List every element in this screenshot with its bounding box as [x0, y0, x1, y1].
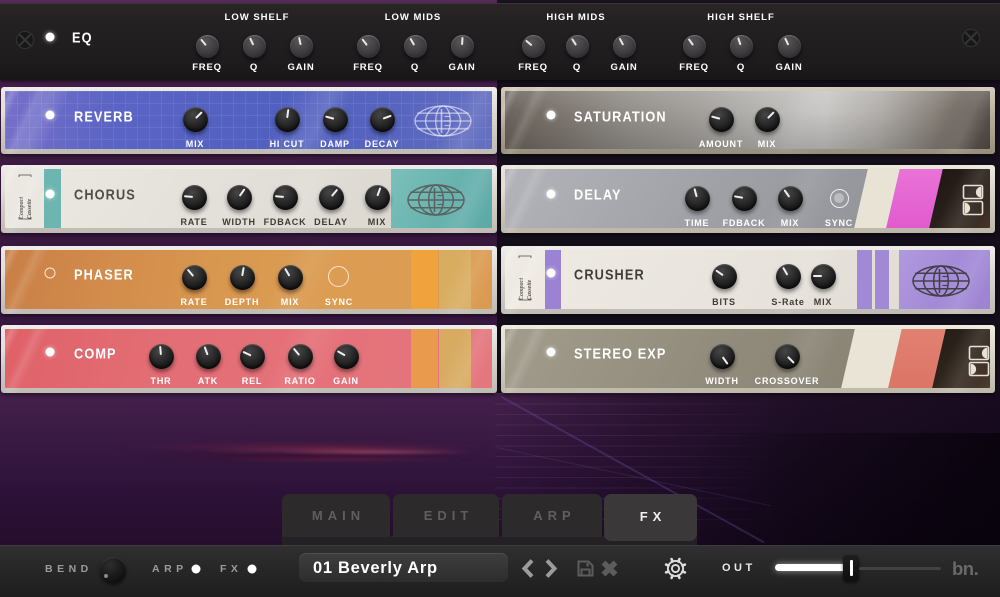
svg-text:Compact: Compact [519, 278, 525, 300]
svg-text:Compact: Compact [19, 197, 25, 219]
svg-text:Cassette: Cassette [527, 279, 533, 300]
svg-text:Cassette: Cassette [27, 198, 33, 219]
